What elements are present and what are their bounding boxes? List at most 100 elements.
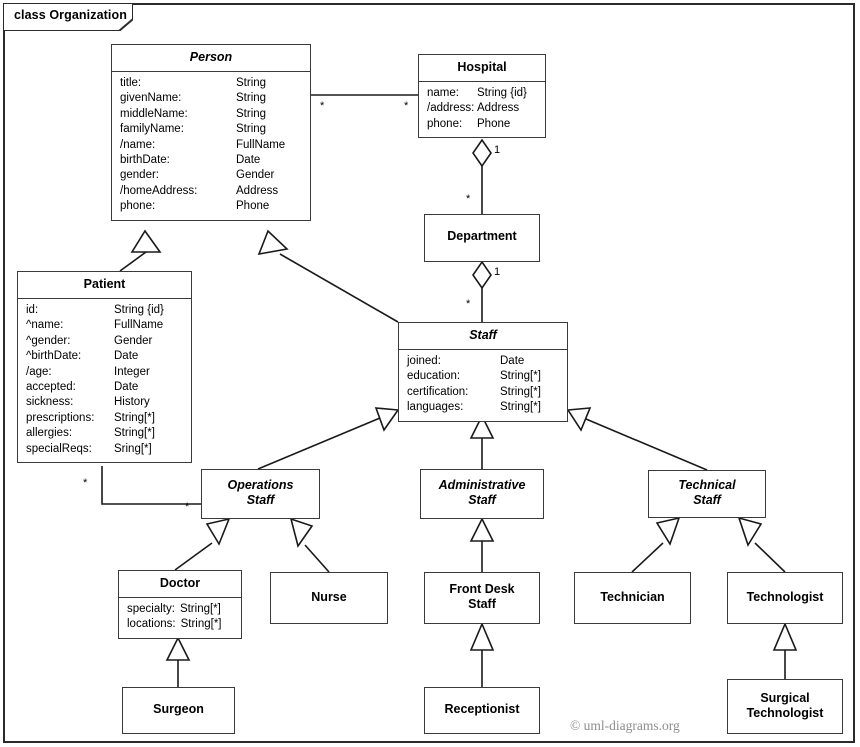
class-box-surgeon[interactable]: Surgeon [122,687,235,734]
attribute-name: prescriptions: [26,411,95,424]
class-attribute-row: prescriptions: String[*] [18,411,191,426]
attribute-name: title: [120,77,142,89]
attribute-type: String [236,123,267,136]
multiplicity-person-hospital-person: * [320,100,325,112]
class-attribute-row: education: String[*] [399,369,567,384]
class-attributes-doctor: specialty: String[*] locations: String[*] [119,598,241,638]
attribute-name: /address: [427,102,475,115]
class-name-receptionist: Receptionist [444,702,520,716]
attribute-name: gender: [120,169,160,182]
class-attribute-row: sickness: History [18,395,191,410]
class-name-technologist: Technologist [746,590,824,604]
class-box-staff[interactable]: Staff joined: Date education: String[*] cert… [398,322,568,422]
class-box-front-desk-staff[interactable]: Front Desk Staff [424,572,540,624]
attribute-name: sickness: [26,396,74,409]
attribute-type: FullName [114,319,164,332]
class-attribute-row: certification: String[*] [399,385,567,400]
attribute-type: Phone [477,117,511,130]
class-name-technical-staff: Technical Staff [678,478,736,507]
attribute-name: middleName: [120,107,188,120]
attribute-type: Integer [114,365,150,378]
class-box-operations-staff[interactable]: Operations Staff [201,469,320,519]
class-attribute-row: familyName: String [112,122,310,137]
class-attribute-row: birthDate: Date [112,153,310,168]
attribute-type: Date [236,154,261,167]
class-name-operations-staff: Operations Staff [227,478,294,507]
class-box-hospital[interactable]: Hospital name: String {id}/address: Addres… [418,54,546,139]
class-box-technologist[interactable]: Technologist [727,572,843,624]
attribute-type: String[*] [179,603,221,615]
attribute-name: phone: [120,200,156,213]
attribute-name: /name: [120,138,156,151]
class-attributes-staff: joined: Date education: String[*] certificat… [399,350,567,421]
attribute-name: id: [26,304,39,316]
class-attribute-row: givenName: String [112,91,310,106]
attribute-type: History [114,396,150,409]
attribute-type: Date [500,355,525,367]
class-name-nurse: Nurse [311,590,347,604]
attribute-name: ^name: [26,319,64,332]
attribute-name: name: [427,87,459,99]
attribute-name: allergies: [26,427,73,440]
class-attribute-row: allergies: String[*] [18,426,191,441]
class-name-department: Department [447,229,517,243]
attribute-type: String[*] [180,618,222,631]
attribute-type: String[*] [500,385,541,398]
class-attribute-row: id: String {id} [18,303,191,318]
class-box-department[interactable]: Department [424,214,540,262]
class-box-doctor[interactable]: Doctor specialty: String[*] locations: Stri… [118,570,242,639]
class-name-person: Person [189,50,233,64]
attribute-name: phone: [427,117,463,130]
class-attribute-row: phone: Phone [419,117,545,132]
attribute-type: String [236,107,267,120]
watermark-credit: © uml-diagrams.org [570,718,680,733]
class-attributes-person: title: String givenName: String middleName: S… [112,72,310,220]
attribute-type: Address [236,184,279,197]
attribute-name: givenName: [120,92,182,105]
class-box-nurse[interactable]: Nurse [270,572,388,624]
attribute-name: birthDate: [120,154,170,167]
class-attribute-row: phone: Phone [112,199,310,214]
class-attribute-row: locations: String[*] [119,617,241,632]
attribute-name: ^gender: [26,334,71,347]
class-attribute-row: /name: FullName [112,138,310,153]
attribute-type: Date [114,381,139,394]
frame-label: class Organization [14,8,127,22]
class-box-administrative-staff[interactable]: Administrative Staff [420,469,544,519]
class-attribute-row: /homeAddress: Address [112,184,310,199]
attribute-type: Phone [236,200,270,213]
multiplicity-hospital-department-hospital: 1 [494,144,501,156]
class-box-receptionist[interactable]: Receptionist [424,687,540,734]
class-box-technician[interactable]: Technician [574,572,691,624]
class-attributes-hospital: name: String {id}/address: Address phone: Ph… [419,82,545,137]
class-attribute-row: /address: Address [419,101,545,116]
attribute-name: specialReqs: [26,442,92,455]
class-attribute-row: specialReqs: Sring[*] [18,442,191,457]
attribute-type: FullName [236,138,286,151]
attribute-name: joined: [407,355,441,367]
multiplicity-department-staff-department: 1 [494,266,501,278]
multiplicity-patient-operations-patient: * [83,477,88,489]
class-box-surgical-technologist[interactable]: Surgical Technologist [727,679,843,734]
class-attributes-patient: id: String {id} ^name: FullName ^gender: Gend… [18,299,191,462]
class-attribute-row: middleName: String [112,107,310,122]
class-name-surgeon: Surgeon [153,702,204,716]
class-box-person[interactable]: Person title: String givenName: String middl… [111,44,311,221]
class-name-hospital: Hospital [457,60,507,74]
class-attribute-row: specialty: String[*] [119,602,241,617]
uml-class-diagram: class Organization * * 1 * 1 * * * Perso… [0,0,860,747]
class-box-patient[interactable]: Patient id: String {id} ^name: FullName ^gen… [17,271,192,464]
attribute-type: Address [477,102,520,115]
class-name-administrative-staff: Administrative Staff [438,478,526,507]
class-name-surgical-technologist: Surgical Technologist [746,691,824,720]
class-attribute-row: joined: Date [399,354,567,369]
class-name-patient: Patient [83,277,126,291]
class-name-front-desk-staff: Front Desk Staff [449,582,515,611]
class-attribute-row: languages: String[*] [399,400,567,415]
class-box-technical-staff[interactable]: Technical Staff [648,470,766,518]
multiplicity-patient-operations-staff: * [185,501,190,513]
attribute-type: String[*] [114,427,155,440]
class-attribute-row: /age: Integer [18,365,191,380]
attribute-type: String [236,77,267,89]
attribute-type: Gender [236,169,275,182]
